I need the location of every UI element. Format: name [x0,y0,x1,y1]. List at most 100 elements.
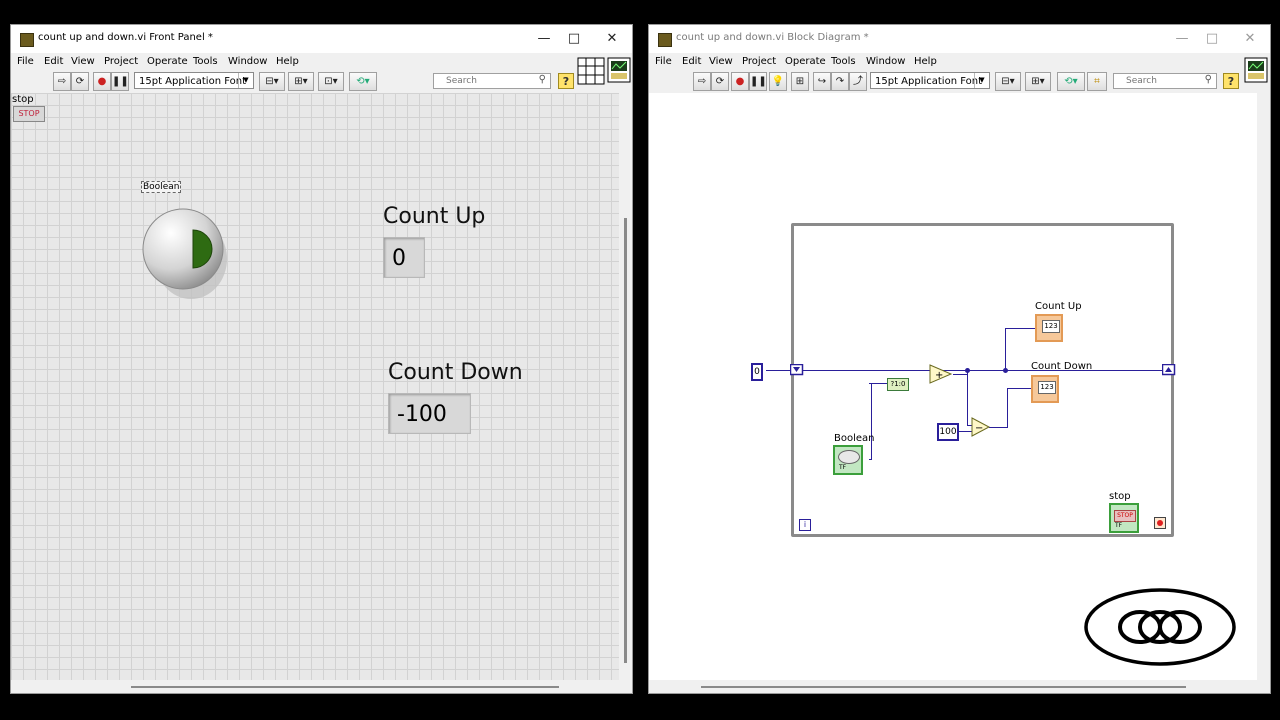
distribute-objects-icon[interactable]: ⊞▾ [1025,72,1051,91]
loop-condition-icon[interactable] [1154,517,1166,529]
help-icon[interactable]: ? [558,73,574,89]
count-up-terminal-label: Count Up [1035,301,1082,312]
horizontal-scrollbar[interactable] [649,680,1270,693]
menu-tools[interactable]: Tools [831,56,856,67]
scrollbar-thumb[interactable] [701,686,1186,688]
step-out-icon[interactable]: ⤴ [849,72,867,91]
vertical-scrollbar[interactable] [1257,93,1270,680]
reorder-icon[interactable]: ⟲▾ [349,72,377,91]
menu-view[interactable]: View [709,56,733,67]
horizontal-scrollbar[interactable] [11,680,632,693]
numeric-indicator-icon: 123 [1042,320,1060,333]
search-icon[interactable]: ⚲ [539,74,546,85]
align-objects-icon[interactable]: ⊟▾ [995,72,1021,91]
search-input[interactable] [1126,75,1204,87]
search-input[interactable] [446,75,536,87]
labview-vi-icon [20,33,34,47]
abort-icon[interactable]: ● [731,72,749,91]
channel-logo-watermark [1084,588,1236,666]
retain-wire-values-icon[interactable]: ⊞ [791,72,809,91]
close-button[interactable]: ✕ [1236,29,1264,49]
pause-icon[interactable]: ❚❚ [749,72,767,91]
scrollbar-thumb[interactable] [131,686,559,688]
menu-edit[interactable]: Edit [682,56,701,67]
font-selector[interactable]: 15pt Application Font ▼ [870,72,990,89]
vertical-scrollbar[interactable] [619,93,632,680]
maximize-button[interactable]: □ [1198,29,1226,49]
run-continuously-icon[interactable]: ⟳ [711,72,729,91]
block-diagram-titlebar[interactable]: count up and down.vi Block Diagram * — □… [649,25,1270,53]
count-down-terminal-label: Count Down [1031,361,1093,372]
menu-help[interactable]: Help [276,56,299,67]
wire[interactable] [1005,328,1006,371]
resize-objects-icon[interactable]: ⊡▾ [318,72,344,91]
minimize-button[interactable]: — [1168,29,1196,49]
menu-help[interactable]: Help [914,56,937,67]
scrollbar-thumb[interactable] [624,218,627,663]
search-box[interactable]: ⚲ [433,73,551,89]
highlight-execution-icon[interactable]: 💡 [769,72,787,91]
subtract-icon[interactable]: − [971,417,991,437]
stop-button[interactable]: STOP [13,106,45,122]
menu-operate[interactable]: Operate [785,56,826,67]
shift-register-right-icon[interactable] [1162,364,1176,376]
menu-project[interactable]: Project [104,56,138,67]
menu-file[interactable]: File [17,56,34,67]
count-up-terminal[interactable]: 123 [1035,314,1063,342]
run-arrow-icon[interactable]: ⇨ [53,72,71,91]
step-into-icon[interactable]: ↪ [813,72,831,91]
align-objects-icon[interactable]: ⊟▾ [259,72,285,91]
iteration-terminal[interactable]: i [799,519,811,531]
menu-tools[interactable]: Tools [193,56,218,67]
wire[interactable] [1007,388,1008,428]
boolean-round-button[interactable] [137,197,229,309]
run-arrow-icon[interactable]: ⇨ [693,72,711,91]
vi-icon[interactable] [607,57,631,83]
minimize-button[interactable]: — [530,29,558,49]
boolean-terminal[interactable]: TF [833,445,863,475]
wire[interactable] [953,374,967,375]
while-loop[interactable] [791,223,1174,537]
wire[interactable] [871,383,872,459]
menu-window[interactable]: Window [866,56,905,67]
help-icon[interactable]: ? [1223,73,1239,89]
boolean-label: Boolean [141,181,182,193]
close-button[interactable]: ✕ [598,29,626,49]
step-over-icon[interactable]: ↷ [831,72,849,91]
boolean-to-number-node[interactable]: ?1:0 [887,378,909,391]
menu-project[interactable]: Project [742,56,776,67]
menu-window[interactable]: Window [228,56,267,67]
vi-icon[interactable] [1244,57,1268,83]
stop-terminal[interactable]: STOP TF [1109,503,1139,533]
shift-register-left-icon[interactable] [790,364,804,376]
menu-file[interactable]: File [655,56,672,67]
wire[interactable] [967,370,968,426]
clean-up-diagram-icon[interactable]: ⌗ [1087,72,1107,91]
svg-text:+: + [935,370,943,381]
run-continuously-icon[interactable]: ⟳ [71,72,89,91]
wire[interactable] [869,459,872,460]
menu-operate[interactable]: Operate [147,56,188,67]
search-icon[interactable]: ⚲ [1205,74,1212,85]
init-constant[interactable]: 0 [751,363,763,381]
menu-view[interactable]: View [71,56,95,67]
front-panel-titlebar[interactable]: count up and down.vi Front Panel * — □ ✕ [11,25,632,53]
constant-100[interactable]: 100 [937,423,959,441]
chevron-down-icon: ▼ [238,73,253,88]
wire[interactable] [989,427,1007,428]
search-box[interactable]: ⚲ [1113,73,1217,89]
menu-edit[interactable]: Edit [44,56,63,67]
abort-icon[interactable]: ● [93,72,111,91]
maximize-button[interactable]: □ [560,29,588,49]
connector-pane-icon[interactable] [577,57,605,85]
font-selector-value: 15pt Application Font [139,76,246,87]
pause-icon[interactable]: ❚❚ [111,72,129,91]
count-down-terminal[interactable]: 123 [1031,375,1059,403]
reorder-icon[interactable]: ⟲▾ [1057,72,1085,91]
font-selector[interactable]: 15pt Application Font ▼ [134,72,254,89]
wire[interactable] [1005,328,1035,329]
front-panel-canvas[interactable]: stop STOP Boolean Count Up 0 Count Down … [11,93,619,680]
block-diagram-canvas[interactable]: 0 ?1:0 + − 100 Count Up 123 Count Down 1… [649,93,1257,680]
distribute-objects-icon[interactable]: ⊞▾ [288,72,314,91]
add-icon[interactable]: + [929,364,953,384]
